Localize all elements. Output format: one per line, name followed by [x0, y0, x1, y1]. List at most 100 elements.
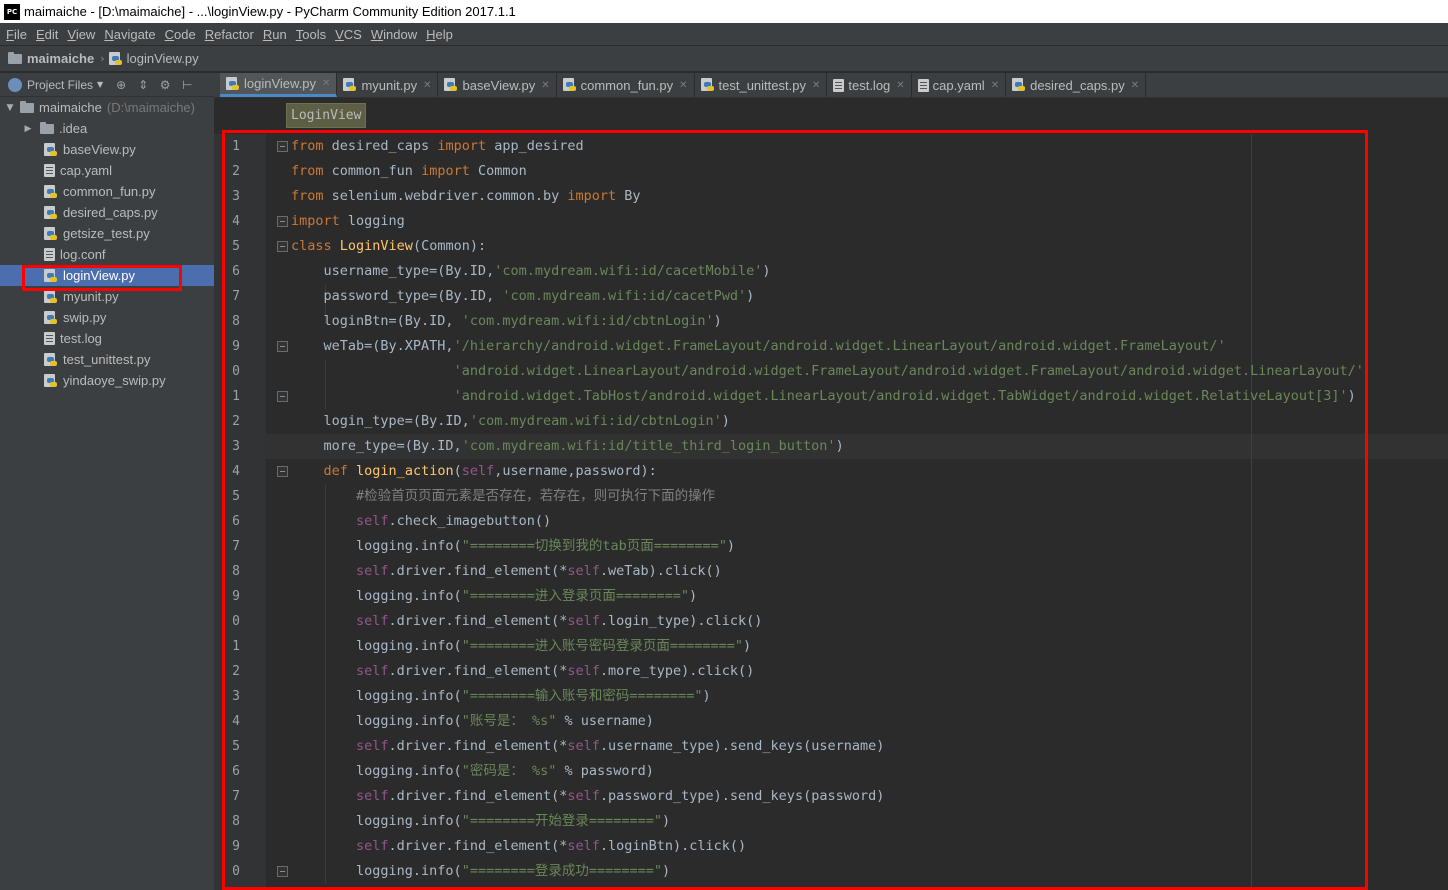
locate-icon[interactable]: ⊕ [115, 79, 127, 91]
navigation-bar: maimaiche › loginView.py [0, 45, 1448, 72]
window-title: maimaiche - [D:\maimaiche] - ...\loginVi… [24, 4, 516, 19]
tab-test-log[interactable]: test.log ✕ [827, 73, 912, 97]
python-file-icon [226, 76, 240, 91]
python-file-icon [44, 142, 58, 157]
menu-window[interactable]: Window [371, 27, 417, 42]
tree-item-cap-yaml[interactable]: cap.yaml [0, 160, 214, 181]
tab-label: cap.yaml [932, 77, 985, 93]
tree-item-label: test_unittest.py [63, 352, 151, 367]
tree-item-test-unittest[interactable]: test_unittest.py [0, 349, 214, 370]
chevron-right-icon: › [100, 52, 105, 65]
menu-view[interactable]: View [67, 27, 95, 42]
menu-tools[interactable]: Tools [296, 27, 326, 42]
python-file-icon [444, 78, 458, 92]
tree-root-path: (D:\maimaiche) [106, 100, 195, 115]
tab-label: baseView.py [462, 77, 536, 93]
tree-item-idea[interactable]: ▶ .idea [0, 118, 214, 139]
hide-panel-icon[interactable]: ⊢ [181, 79, 193, 91]
pycharm-app-icon: PC [4, 3, 20, 20]
close-icon[interactable]: ✕ [896, 80, 904, 91]
annotation-highlight-code [222, 130, 1368, 890]
python-file-icon [108, 51, 123, 66]
tree-root-label: maimaiche [39, 100, 102, 115]
project-tree: ▼ maimaiche (D:\maimaiche) ▶ .idea baseV… [0, 97, 214, 890]
project-view-icon [8, 77, 22, 92]
python-file-icon [44, 205, 58, 220]
tree-item-log-conf[interactable]: log.conf [0, 244, 214, 265]
tab-label: myunit.py [361, 77, 418, 93]
menu-bar: File Edit View Navigate Code Refactor Ru… [0, 23, 1448, 45]
tree-item-common-fun[interactable]: common_fun.py [0, 181, 214, 202]
tree-item-label: swip.py [63, 310, 107, 325]
close-icon[interactable]: ✕ [812, 80, 820, 91]
collapse-all-icon[interactable]: ⇕ [137, 79, 149, 91]
editor-tab-bar: loginView.py ✕ myunit.py ✕ baseView.py ✕… [214, 73, 1448, 98]
expand-arrow-icon[interactable]: ▼ [4, 103, 16, 113]
menu-vcs[interactable]: VCS [335, 27, 362, 42]
tab-label: test.log [848, 77, 891, 93]
menu-edit[interactable]: Edit [36, 27, 58, 42]
python-file-icon [44, 373, 58, 388]
structure-breadcrumb[interactable]: LoginView [286, 103, 367, 128]
tree-item-yindaoye-swip[interactable]: yindaoye_swip.py [0, 370, 214, 391]
tab-label: test_unittest.py [718, 77, 806, 93]
text-file-icon [833, 78, 845, 92]
tree-item-label: getsize_test.py [63, 226, 150, 241]
tree-item-baseview[interactable]: baseView.py [0, 139, 214, 160]
close-icon[interactable]: ✕ [322, 78, 330, 89]
python-file-icon [44, 226, 58, 241]
menu-code[interactable]: Code [165, 27, 196, 42]
text-file-icon [44, 248, 55, 261]
close-icon[interactable]: ✕ [679, 80, 687, 91]
python-file-icon [1012, 78, 1026, 92]
menu-file[interactable]: File [6, 27, 27, 42]
tab-common-fun[interactable]: common_fun.py ✕ [557, 73, 695, 97]
tab-cap-yaml[interactable]: cap.yaml ✕ [912, 73, 1007, 97]
menu-navigate[interactable]: Navigate [104, 27, 155, 42]
python-file-icon [562, 78, 577, 92]
breadcrumb-file[interactable]: loginView.py [127, 51, 199, 66]
python-file-icon [44, 310, 58, 325]
collapse-arrow-icon[interactable]: ▶ [22, 124, 34, 134]
text-file-icon [917, 78, 929, 92]
python-file-icon [44, 289, 58, 304]
tree-item-label: cap.yaml [60, 163, 113, 178]
menu-refactor[interactable]: Refactor [205, 27, 254, 42]
tree-item-label: desired_caps.py [63, 205, 158, 220]
annotation-highlight-file [22, 265, 182, 291]
tree-item-label: log.conf [60, 247, 106, 262]
folder-icon [40, 121, 54, 134]
tree-item-label: yindaoye_swip.py [63, 373, 166, 388]
chevron-down-icon[interactable]: ▼ [97, 80, 103, 89]
gear-icon[interactable]: ⚙ [159, 79, 171, 91]
tree-item-label: test.log [60, 331, 102, 346]
tree-item-label: myunit.py [63, 289, 119, 304]
project-toolbar: Project Files ▼ ⊕ ⇕ ⚙ ⊢ [0, 73, 214, 97]
menu-help[interactable]: Help [426, 27, 453, 42]
tab-myunit[interactable]: myunit.py ✕ [337, 73, 439, 97]
folder-icon [20, 100, 34, 113]
tab-baseview[interactable]: baseView.py ✕ [438, 73, 557, 97]
close-icon[interactable]: ✕ [991, 80, 999, 91]
python-file-icon [700, 78, 715, 92]
close-icon[interactable]: ✕ [1131, 80, 1139, 91]
text-file-icon [44, 332, 55, 345]
tree-item-test-log[interactable]: test.log [0, 328, 214, 349]
close-icon[interactable]: ✕ [541, 80, 549, 91]
python-file-icon [44, 352, 58, 367]
python-file-icon [343, 78, 357, 92]
folder-icon [8, 51, 22, 64]
tab-loginview[interactable]: loginView.py ✕ [220, 73, 338, 97]
tree-item-getsize-test[interactable]: getsize_test.py [0, 223, 214, 244]
tree-item-desired-caps[interactable]: desired_caps.py [0, 202, 214, 223]
breadcrumb-project[interactable]: maimaiche [27, 51, 94, 66]
python-file-icon [44, 184, 58, 199]
tree-root[interactable]: ▼ maimaiche (D:\maimaiche) [0, 97, 214, 118]
tab-desired-caps[interactable]: desired_caps.py ✕ [1006, 73, 1147, 97]
menu-run[interactable]: Run [263, 27, 287, 42]
tree-item-swip[interactable]: swip.py [0, 307, 214, 328]
tab-test-unittest[interactable]: test_unittest.py ✕ [695, 73, 828, 97]
close-icon[interactable]: ✕ [423, 80, 431, 91]
text-file-icon [44, 164, 55, 177]
project-view-selector[interactable]: Project Files [27, 78, 93, 92]
